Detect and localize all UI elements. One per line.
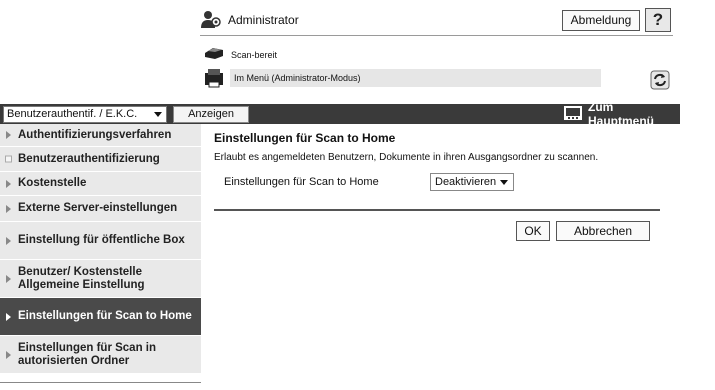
sidebar-item-label: Externe Server-einstellungen (18, 202, 178, 214)
status-menu-text: Im Menü (Administrator-Modus) (234, 73, 361, 83)
main-menu-label: Zum Hauptmenü (588, 100, 654, 128)
sidebar-item-label: Benutzer/ Kostenstelle Allgemeine Einste… (18, 265, 145, 291)
auth-mode-value: Benutzerauthentif. / E.K.C. (7, 108, 138, 120)
sidebar-bottom-line (0, 382, 201, 383)
show-button[interactable]: Anzeigen (173, 106, 249, 123)
top-toolbar: Benutzerauthentif. / E.K.C. Anzeigen Zum… (0, 100, 680, 128)
status-ready-text: Scan-bereit (231, 49, 278, 60)
ok-button[interactable]: OK (516, 221, 550, 241)
scan-to-home-select[interactable]: Deaktivieren (430, 173, 514, 191)
arrow-right-icon (6, 312, 11, 321)
main-menu-button[interactable]: Zum Hauptmenü (564, 100, 680, 128)
sidebar-item-allgemeine-einstellung[interactable]: Benutzer/ Kostenstelle Allgemeine Einste… (0, 260, 201, 298)
scan-to-home-label: Einstellungen für Scan to Home (224, 176, 379, 188)
sidebar-item-label: Authentifizierungsverfahren (18, 128, 172, 141)
status-ready-row: Scan-bereit (203, 45, 277, 64)
page-description: Erlaubt es angemeldeten Benutzern, Dokum… (214, 152, 599, 163)
chevron-down-icon (500, 179, 508, 185)
sidebar-item-scan-autorisierte-ordner[interactable]: Einstellungen für Scan in autorisierten … (0, 336, 201, 374)
sidebar-item-authentifizierungsverfahren[interactable]: Authentifizierungsverfahren (0, 124, 201, 147)
scan-to-home-value: Deaktivieren (435, 176, 497, 188)
arrow-right-icon (6, 350, 11, 359)
user-info: Administrator (200, 8, 299, 32)
status-menu-bar: Im Menü (Administrator-Modus) (230, 69, 601, 87)
arrow-right-icon (6, 236, 11, 245)
page-title: Einstellungen für Scan to Home (214, 131, 396, 145)
administrator-icon (200, 9, 222, 32)
arrow-right-icon (6, 204, 11, 213)
sidebar-item-kostenstelle[interactable]: Kostenstelle (0, 172, 201, 196)
auth-mode-select[interactable]: Benutzerauthentif. / E.K.C. (3, 106, 167, 123)
arrow-right-icon (6, 131, 11, 139)
logout-button[interactable]: Abmeldung (562, 10, 640, 31)
printer-menu-icon (203, 67, 227, 92)
main-menu-icon (564, 105, 582, 123)
status-menu-row (203, 67, 227, 92)
printer-icon (203, 45, 225, 64)
arrow-right-icon (6, 274, 11, 283)
sidebar-item-label: Kostenstelle (18, 177, 87, 189)
sidebar-item-scan-to-home[interactable]: Einstellungen für Scan to Home (0, 298, 201, 336)
sidebar: Authentifizierungsverfahren Benutzerauth… (0, 124, 201, 374)
user-label: Administrator (228, 13, 299, 27)
sidebar-item-label: Benutzerauthentifizierung (18, 152, 160, 165)
sidebar-item-externe-server[interactable]: Externe Server-einstellungen (0, 196, 201, 222)
sidebar-item-label: Einstellungen für Scan to Home (18, 310, 192, 322)
sidebar-item-oeffentliche-box[interactable]: Einstellung für öffentliche Box (0, 222, 201, 260)
square-icon (5, 155, 12, 163)
sidebar-item-benutzerauthentifizierung[interactable]: Benutzerauthentifizierung (0, 147, 201, 172)
header-divider (200, 35, 673, 36)
content-divider (214, 209, 660, 211)
arrow-right-icon (6, 179, 11, 188)
help-button[interactable]: ? (645, 8, 671, 32)
sidebar-item-label: Einstellung für öffentliche Box (18, 234, 185, 246)
chevron-down-icon (154, 112, 162, 117)
sidebar-item-label: Einstellungen für Scan in autorisierten … (18, 341, 157, 367)
refresh-icon[interactable] (650, 70, 670, 90)
cancel-button[interactable]: Abbrechen (556, 221, 650, 241)
